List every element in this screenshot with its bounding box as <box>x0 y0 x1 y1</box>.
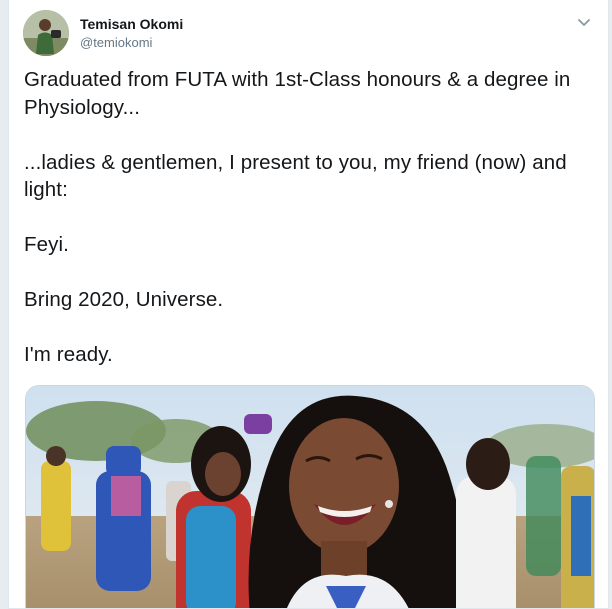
tweet-photo[interactable] <box>25 385 595 608</box>
author-handle[interactable]: @temiokomi <box>80 34 183 52</box>
author-names: Temisan Okomi @temiokomi <box>80 16 183 52</box>
avatar[interactable] <box>23 10 69 56</box>
avatar-photo <box>23 10 69 56</box>
graduation-photo <box>26 386 594 608</box>
author-display-name[interactable]: Temisan Okomi <box>80 16 183 32</box>
tweet-card[interactable]: Temisan Okomi @temiokomi Graduated from … <box>8 0 609 609</box>
tweet-header: Temisan Okomi @temiokomi <box>23 10 596 58</box>
tweet-text: Graduated from FUTA with 1st-Class honou… <box>24 68 571 366</box>
chevron-down-icon[interactable] <box>574 12 594 32</box>
